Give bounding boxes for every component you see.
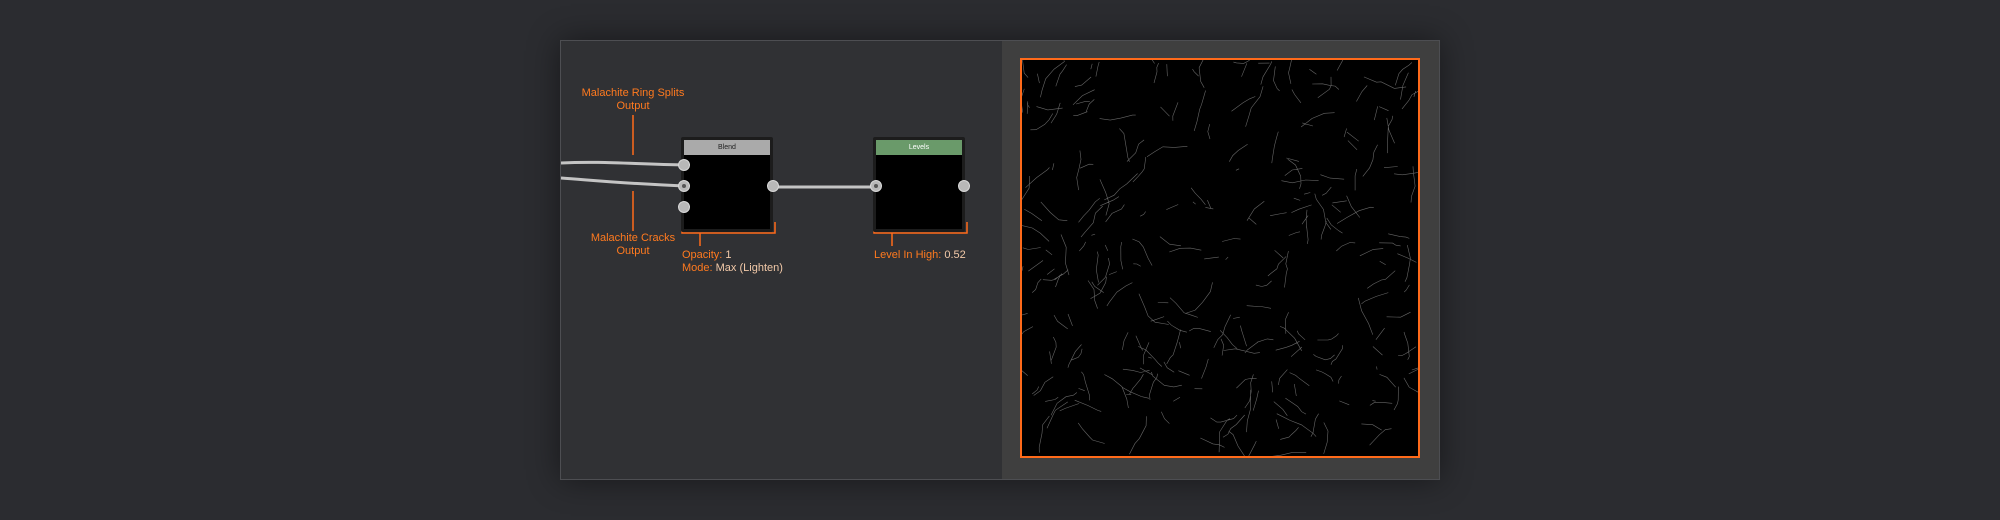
annotation-levels-params: Level In High: 0.52 bbox=[874, 249, 966, 262]
editor-window: Malachite Ring Splits Output Malachite C… bbox=[560, 40, 1440, 480]
levels-node-title: Levels bbox=[876, 140, 962, 155]
wire-ring-splits bbox=[561, 160, 687, 167]
texture-preview[interactable] bbox=[1020, 58, 1420, 458]
annotation-cracks-line2: Output bbox=[616, 245, 650, 257]
annotation-blend-params: Opacity: 1 Mode: Max (Lighten) bbox=[682, 249, 783, 275]
blend-mode-value: Max (Lighten) bbox=[715, 262, 783, 274]
crack-lines bbox=[1022, 60, 1418, 456]
blend-node[interactable]: Blend bbox=[681, 137, 773, 232]
blend-mode-row: Mode: Max (Lighten) bbox=[682, 262, 783, 275]
blend-input-port-background[interactable] bbox=[678, 180, 690, 192]
annotation-ring-splits-line1: Malachite Ring Splits bbox=[581, 87, 685, 99]
blend-input-port-mask[interactable] bbox=[678, 201, 690, 213]
annotation-cracks: Malachite Cracks Output bbox=[573, 232, 693, 258]
wire-cracks bbox=[561, 176, 687, 188]
blend-mode-label: Mode: bbox=[682, 262, 713, 274]
annotation-ring-splits: Malachite Ring Splits Output bbox=[573, 87, 693, 113]
node-graph-panel[interactable]: Malachite Ring Splits Output Malachite C… bbox=[561, 41, 1001, 479]
preview-panel bbox=[1002, 41, 1439, 479]
annotation-cracks-line1: Malachite Cracks bbox=[590, 232, 676, 244]
blend-output-port[interactable] bbox=[767, 180, 779, 192]
levels-output-port[interactable] bbox=[958, 180, 970, 192]
blend-opacity-row: Opacity: 1 bbox=[682, 249, 783, 262]
blend-input-port-foreground[interactable] bbox=[678, 159, 690, 171]
blend-node-thumbnail bbox=[684, 155, 770, 229]
blend-node-title: Blend bbox=[684, 140, 770, 155]
levels-node-thumbnail bbox=[876, 155, 962, 229]
annotation-ring-splits-line2: Output bbox=[616, 100, 650, 112]
levels-input-port[interactable] bbox=[870, 180, 882, 192]
crack-texture bbox=[1022, 60, 1418, 456]
levels-node[interactable]: Levels bbox=[873, 137, 965, 232]
blend-opacity-label: Opacity: bbox=[682, 249, 723, 261]
levels-in-high-label: Level In High: bbox=[874, 249, 942, 261]
levels-in-high-value: 0.52 bbox=[944, 249, 966, 261]
blend-opacity-value: 1 bbox=[725, 249, 732, 261]
